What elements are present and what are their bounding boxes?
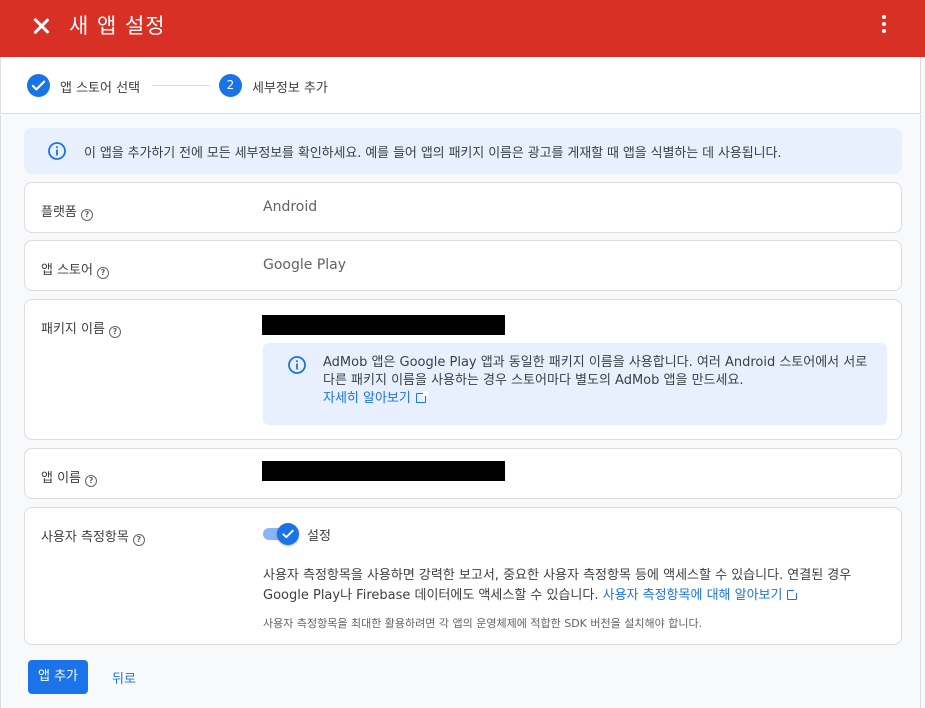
app-store-value: Google Play <box>263 257 347 273</box>
platform-label-text: 플랫폼 <box>41 205 77 220</box>
help-icon[interactable]: ? <box>80 209 93 221</box>
package-name-label: 패키지 이름? <box>41 318 121 338</box>
user-metrics-description: 사용자 측정항목을 사용하면 강력한 보고서, 중요한 사용자 측정항목 등에 … <box>263 566 889 606</box>
check-icon <box>277 523 299 545</box>
package-name-value-redacted <box>262 315 505 335</box>
user-metrics-learn-more-text: 사용자 측정항목에 대해 알아보기 <box>602 588 783 603</box>
user-metrics-learn-more-link[interactable]: 사용자 측정항목에 대해 알아보기 <box>602 588 800 603</box>
step-2-label: 세부정보 추가 <box>252 81 328 96</box>
step-connector <box>152 85 210 86</box>
open-in-new-icon <box>787 588 800 600</box>
platform-card: 플랫폼? Android <box>24 182 902 233</box>
info-icon <box>288 356 306 374</box>
app-bar: 새 앱 설정 <box>0 0 925 57</box>
user-metrics-sdk-note: 사용자 측정항목을 최대한 활용하려면 각 앱의 운영체제에 적합한 SDK 버… <box>263 617 703 630</box>
help-icon[interactable]: ? <box>85 475 98 487</box>
user-metrics-label: 사용자 측정항목? <box>41 526 145 546</box>
app-name-label: 앱 이름? <box>41 467 98 487</box>
page-title: 새 앱 설정 <box>69 14 166 38</box>
back-button[interactable]: 뒤로 <box>112 668 136 687</box>
app-name-value-redacted <box>262 461 505 481</box>
close-icon[interactable] <box>28 13 54 39</box>
step-complete-icon <box>27 74 50 97</box>
app-store-label: 앱 스토어? <box>41 259 109 279</box>
add-app-button[interactable]: 앱 추가 <box>28 660 88 694</box>
app-name-card: 앱 이름? <box>24 448 902 499</box>
app-store-card: 앱 스토어? Google Play <box>24 240 902 291</box>
package-name-label-text: 패키지 이름 <box>41 322 105 337</box>
learn-more-link-text: 자세히 알아보기 <box>323 391 411 406</box>
stepper: 앱 스토어 선택 2 세부정보 추가 <box>0 57 921 114</box>
app-store-label-text: 앱 스토어 <box>41 263 93 278</box>
user-metrics-card: 사용자 측정항목? 설정 사용자 측정항목을 사용하면 강력한 보고서, 중요한… <box>24 507 902 645</box>
platform-value: Android <box>263 199 318 215</box>
info-icon <box>48 142 66 160</box>
step-1-label[interactable]: 앱 스토어 선택 <box>60 77 140 96</box>
info-banner-text: 이 앱을 추가하기 전에 모든 세부정보를 확인하세요. 예를 들어 앱의 패키… <box>84 146 782 161</box>
more-vert-icon[interactable] <box>874 12 894 36</box>
help-icon[interactable]: ? <box>96 267 109 279</box>
toggle-label: 설정 <box>307 529 331 544</box>
info-banner: 이 앱을 추가하기 전에 모든 세부정보를 확인하세요. 예를 들어 앱의 패키… <box>24 128 902 174</box>
step-2-number: 2 <box>219 74 242 97</box>
user-metrics-toggle[interactable] <box>263 523 299 545</box>
package-name-note: AdMob 앱은 Google Play 앱과 동일한 패키지 이름을 사용합니… <box>263 343 887 425</box>
help-icon[interactable]: ? <box>108 326 121 338</box>
main-content: 이 앱을 추가하기 전에 모든 세부정보를 확인하세요. 예를 들어 앱의 패키… <box>0 115 921 708</box>
platform-label: 플랫폼? <box>41 201 93 221</box>
package-name-card: 패키지 이름? AdMob 앱은 Google Play 앱과 동일한 패키지 … <box>24 299 902 440</box>
package-name-note-body: AdMob 앱은 Google Play 앱과 동일한 패키지 이름을 사용합니… <box>323 355 868 388</box>
user-metrics-label-text: 사용자 측정항목 <box>41 530 129 545</box>
package-name-note-text: AdMob 앱은 Google Play 앱과 동일한 패키지 이름을 사용합니… <box>323 354 873 408</box>
app-name-label-text: 앱 이름 <box>41 471 82 486</box>
learn-more-link[interactable]: 자세히 알아보기 <box>323 391 428 406</box>
help-icon[interactable]: ? <box>132 534 145 546</box>
open-in-new-icon <box>415 391 428 403</box>
